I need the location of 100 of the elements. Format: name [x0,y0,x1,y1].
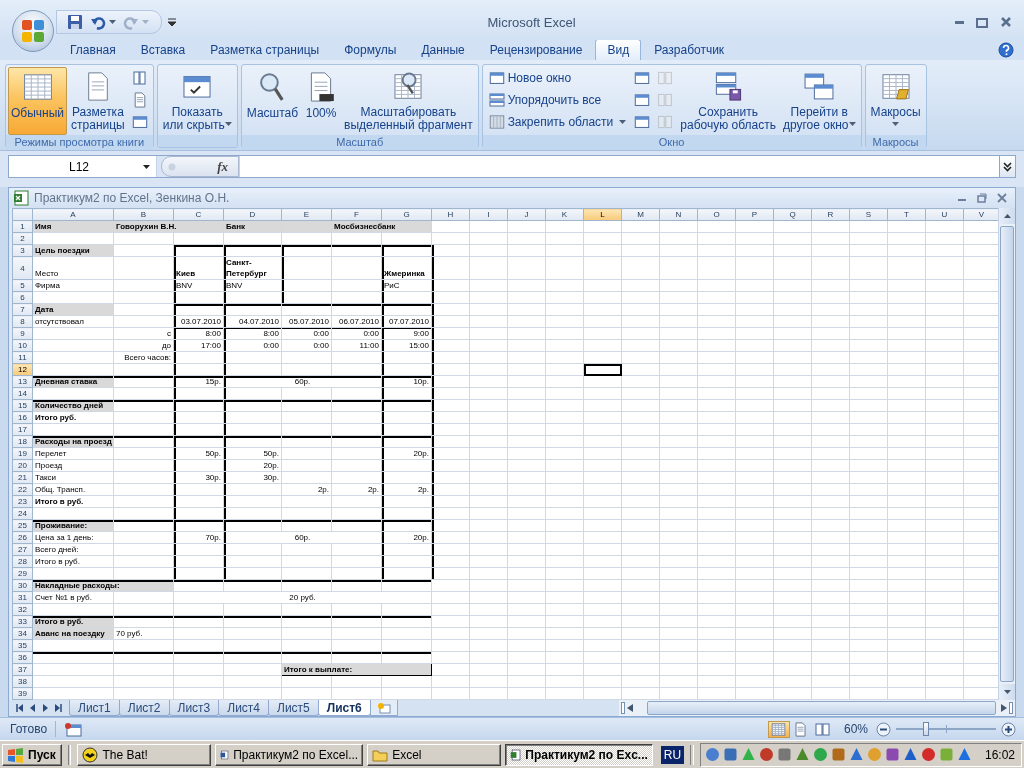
table-cell: 50р. [223,447,282,460]
taskbar-button[interactable]: The Bat! [77,743,212,766]
language-indicator[interactable]: RU [660,745,685,764]
table-cell: 50р. [173,447,224,460]
column-header[interactable]: H [431,208,470,221]
zoom-level[interactable]: 60% [843,722,868,736]
slider-thumb[interactable] [923,722,929,736]
table-cell: BNV [173,279,224,292]
zoom-out-button[interactable] [876,721,891,737]
ribbon-tab[interactable]: Формулы [332,39,409,60]
table-cell: Такси [32,471,114,484]
sheet-tab[interactable]: Лист5 [268,700,319,716]
column-header[interactable]: P [735,208,774,221]
tray-icon [794,747,810,762]
window-icon [634,70,651,86]
last-icon [55,704,62,712]
column-header[interactable]: V [963,208,998,221]
tray-icon [884,747,900,762]
column-header[interactable]: B [113,208,174,221]
customize-button[interactable] [166,17,178,27]
sheet-tab[interactable]: Лист1 [69,700,120,716]
zoom-in-button[interactable] [1001,721,1016,737]
new-sheet-button[interactable] [369,700,398,716]
ribbon-tab[interactable]: Разработчик [642,39,737,60]
minus-icon [876,721,891,737]
sheet-tab[interactable]: Лист3 [168,700,220,716]
column-header[interactable]: I [469,208,508,221]
ribbon-button[interactable]: Сохранить рабочую область [677,67,779,135]
column-header[interactable]: A [32,208,114,221]
column-header[interactable]: J [507,208,546,221]
ribbon-tab[interactable]: Данные [409,39,477,60]
ribbon-tab[interactable]: Вид [595,39,642,60]
column-header[interactable]: O [697,208,736,221]
help-icon [998,42,1014,58]
taskbar-button[interactable]: Практикум2 по Exc... [504,743,653,766]
clock: 16:02 [984,747,1015,762]
office-button[interactable] [12,10,54,52]
ribbon-tab[interactable]: Главная [58,39,128,60]
ribbon-button[interactable]: Масштаб [243,67,302,135]
column-header[interactable]: Q [773,208,812,221]
caret-icon [224,122,232,127]
column-header[interactable]: D [223,208,282,221]
ribbon-tab[interactable]: Рецензирование [477,39,595,60]
view-button[interactable] [767,720,790,738]
ribbon-tab[interactable]: Разметка страницы [198,39,332,60]
column-header[interactable]: N [659,208,698,221]
ribbon-button[interactable]: Перейти в другое окно [779,67,859,135]
column-header[interactable]: L [583,208,622,221]
table-cell: Проезд [32,459,114,472]
ribbon-button[interactable]: Обычный [8,67,68,135]
column-header[interactable]: T [887,208,926,221]
scroll-thumb[interactable] [647,701,996,715]
ribbon-button[interactable]: Разметка страницы [68,67,128,135]
expand-button[interactable] [999,156,1015,177]
table-cell: Итого в руб. [32,495,114,508]
ribbon-button[interactable]: Новое окно [484,68,631,88]
ribbon-button[interactable]: Масштабировать выделенный фрагмент [341,67,476,135]
save-button[interactable] [65,13,85,31]
function-button[interactable]: fx [217,158,228,175]
taskbar-button[interactable]: Excel [367,743,501,766]
ribbon-button[interactable]: Закрепить области [484,112,631,132]
caret-icon [143,164,150,169]
column-header[interactable]: F [331,208,382,221]
column-header[interactable]: K [545,208,584,221]
table-cell: Жмеринка [381,256,432,280]
taskbar-button[interactable]: Практикум2 по Excel... [215,743,364,766]
column-header[interactable]: C [173,208,224,221]
column-header[interactable]: M [621,208,660,221]
table-cell: 2р. [381,483,432,496]
row-header[interactable]: 4 [12,256,33,280]
sheet-tab[interactable]: Лист2 [118,700,170,716]
scroll-up-button[interactable] [999,208,1015,224]
table-cell: Перелет [32,447,114,460]
scroll-thumb[interactable] [1000,226,1014,682]
ribbon-button[interactable]: 100% [302,67,341,135]
start-button[interactable]: Пуск [2,743,62,766]
sheet-tab[interactable]: Лист4 [218,700,269,716]
caret-icon [168,18,176,26]
split-handle-icon [621,702,625,714]
zoom-slider[interactable] [896,722,996,736]
table-cell: РиС [381,279,432,292]
table-cell: 10р. [381,375,432,388]
caret-icon [142,20,149,24]
column-header[interactable]: S [849,208,888,221]
column-header[interactable]: E [281,208,332,221]
scroll-down-button[interactable] [999,684,1015,700]
ribbon-button[interactable]: Показать или скрыть [159,67,235,135]
sheet-tab[interactable]: Лист6 [317,700,371,716]
column-header[interactable]: G [381,208,432,221]
name-box[interactable]: L12 [9,156,157,177]
grid-icon [488,114,505,130]
formula-field[interactable] [239,156,999,177]
ribbon-tab[interactable]: Вставка [128,39,198,60]
select-all-button[interactable] [12,208,33,221]
ribbon-button[interactable]: Макросы [867,67,924,135]
status-text: Готово [10,722,48,736]
column-header[interactable]: U [925,208,964,221]
column-header[interactable]: R [811,208,850,221]
ribbon-button[interactable]: Упорядочить все [484,90,631,110]
caret-icon [619,120,627,124]
